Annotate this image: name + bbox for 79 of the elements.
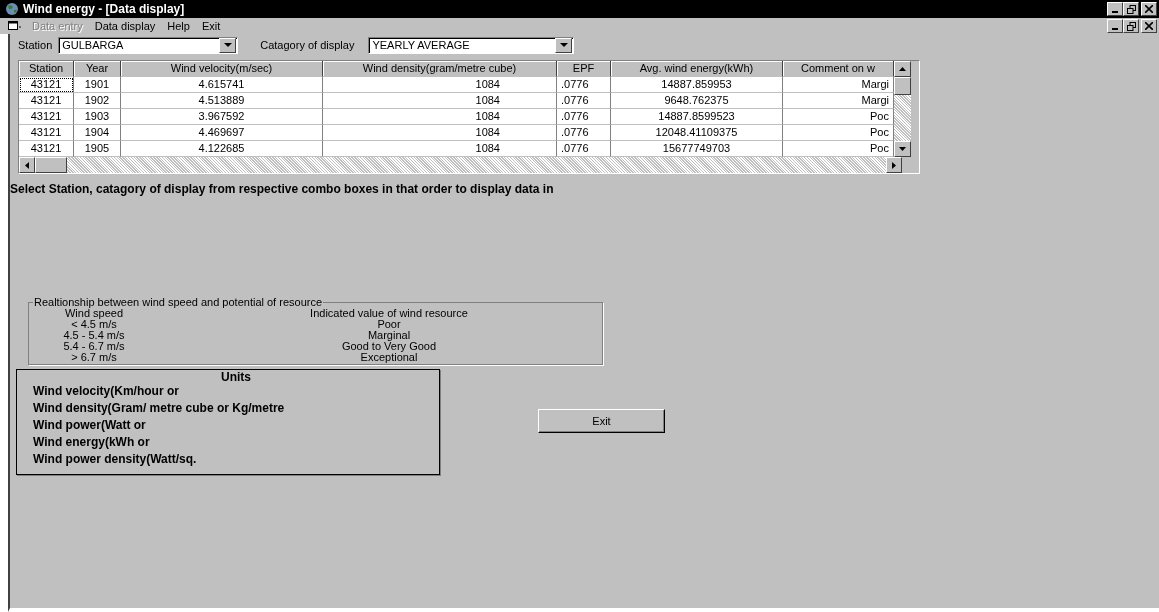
unit-line: Wind velocity(Km/hour or bbox=[33, 383, 180, 400]
scroll-left-icon bbox=[25, 161, 29, 169]
restore-button[interactable] bbox=[1123, 2, 1139, 16]
table-cell: 1084 bbox=[323, 93, 557, 109]
station-label: Station bbox=[18, 39, 53, 51]
scroll-thumb[interactable] bbox=[894, 77, 911, 95]
resource-rating: Poor bbox=[376, 319, 402, 330]
close-icon bbox=[1145, 22, 1153, 30]
table-cell: .0776 bbox=[557, 109, 611, 125]
wind-speed-range: < 4.5 m/s bbox=[70, 319, 117, 330]
exit-button[interactable]: Exit bbox=[538, 409, 665, 433]
window-icon[interactable] bbox=[8, 21, 22, 31]
table-cell: 43121 bbox=[19, 109, 74, 125]
dropdown-arrow-icon bbox=[223, 43, 232, 47]
table-cell: .0776 bbox=[557, 77, 611, 93]
resource-rating: Exceptional bbox=[359, 352, 419, 363]
table-cell: 4.615741 bbox=[121, 77, 323, 93]
table-cell: 43121 bbox=[19, 77, 74, 93]
restore-icon bbox=[1126, 21, 1136, 31]
table-cell: 4.469697 bbox=[121, 125, 323, 141]
scroll-down-icon bbox=[899, 147, 906, 151]
dropdown-arrow-icon bbox=[559, 43, 568, 47]
table-cell: 1901 bbox=[74, 77, 121, 93]
minimize-button[interactable] bbox=[1107, 19, 1123, 33]
group-title: Realtionship between wind speed and potential of resource bbox=[33, 296, 323, 308]
column-header[interactable]: Station bbox=[19, 61, 74, 77]
units-title: Units bbox=[220, 371, 252, 383]
table-cell: 12048.41109375 bbox=[611, 125, 783, 141]
resource-rating: Good to Very Good bbox=[340, 341, 438, 352]
column-header[interactable]: Wind velocity(m/sec) bbox=[121, 61, 323, 77]
close-button[interactable] bbox=[1141, 2, 1157, 16]
category-label: Catagory of display bbox=[260, 39, 355, 51]
table-cell: .0776 bbox=[557, 93, 611, 109]
resource-rating: Marginal bbox=[367, 330, 411, 341]
table-cell: 3.967592 bbox=[121, 109, 323, 125]
table-cell: 43121 bbox=[19, 125, 74, 141]
unit-line: Wind power(Watt or bbox=[33, 417, 147, 434]
table-cell: 9648.762375 bbox=[611, 93, 783, 109]
table-cell: .0776 bbox=[557, 125, 611, 141]
table-cell: 14887.8599523 bbox=[611, 109, 783, 125]
scroll-thumb[interactable] bbox=[35, 157, 67, 173]
table-cell: 1084 bbox=[323, 77, 557, 93]
table-cell: 1902 bbox=[74, 93, 121, 109]
restore-icon bbox=[1126, 4, 1136, 14]
menu-item[interactable]: Help bbox=[161, 20, 196, 32]
unit-line: Wind power density(Watt/sq. bbox=[33, 451, 198, 468]
wind-speed-range: 4.5 - 5.4 m/s bbox=[62, 330, 126, 341]
unit-line: Wind density(Gram/ metre cube or Kg/metre bbox=[33, 400, 286, 417]
column-heading: Indicated value of wind resource bbox=[309, 308, 469, 319]
table-cell: 1084 bbox=[323, 125, 557, 141]
table-cell: 43121 bbox=[19, 93, 74, 109]
vertical-scrollbar[interactable] bbox=[894, 61, 911, 157]
column-header[interactable]: Wind density(gram/metre cube) bbox=[323, 61, 557, 77]
scroll-right-icon bbox=[892, 161, 896, 169]
table-cell: 1904 bbox=[74, 125, 121, 141]
window-title: Wind energy - [Data display] bbox=[23, 2, 185, 16]
station-combo-box[interactable]: GULBARGA bbox=[58, 36, 239, 54]
instruction-text: Select Station, catagory of display from respective combo boxes in that order to display data in bbox=[10, 182, 555, 196]
column-header[interactable]: Comment on w bbox=[783, 61, 894, 77]
close-button[interactable] bbox=[1141, 19, 1157, 33]
menu-item[interactable]: Exit bbox=[195, 20, 227, 32]
restore-button[interactable] bbox=[1123, 19, 1139, 33]
table-cell: 1084 bbox=[323, 109, 557, 125]
wind-speed-range: > 6.7 m/s bbox=[70, 352, 118, 363]
column-header[interactable]: Avg. wind energy(kWh) bbox=[611, 61, 783, 77]
unit-line: Wind energy(kWh or bbox=[33, 434, 151, 451]
table-cell: 14887.859953 bbox=[611, 77, 783, 93]
scroll-up-icon bbox=[899, 67, 906, 71]
table-cell: 1903 bbox=[74, 109, 121, 125]
minimize-button[interactable] bbox=[1107, 2, 1123, 16]
column-heading: Wind speed bbox=[64, 308, 125, 319]
table-cell: 4.513889 bbox=[121, 93, 323, 109]
column-header[interactable]: EPF bbox=[557, 61, 611, 77]
menu-item[interactable]: Data display bbox=[88, 20, 162, 32]
close-icon bbox=[1145, 5, 1153, 13]
wind-speed-range: 5.4 - 6.7 m/s bbox=[62, 341, 126, 352]
category-combo-box[interactable]: YEARLY AVERAGE bbox=[368, 36, 575, 54]
globe-icon bbox=[4, 2, 20, 16]
column-header[interactable]: Year bbox=[74, 61, 121, 77]
